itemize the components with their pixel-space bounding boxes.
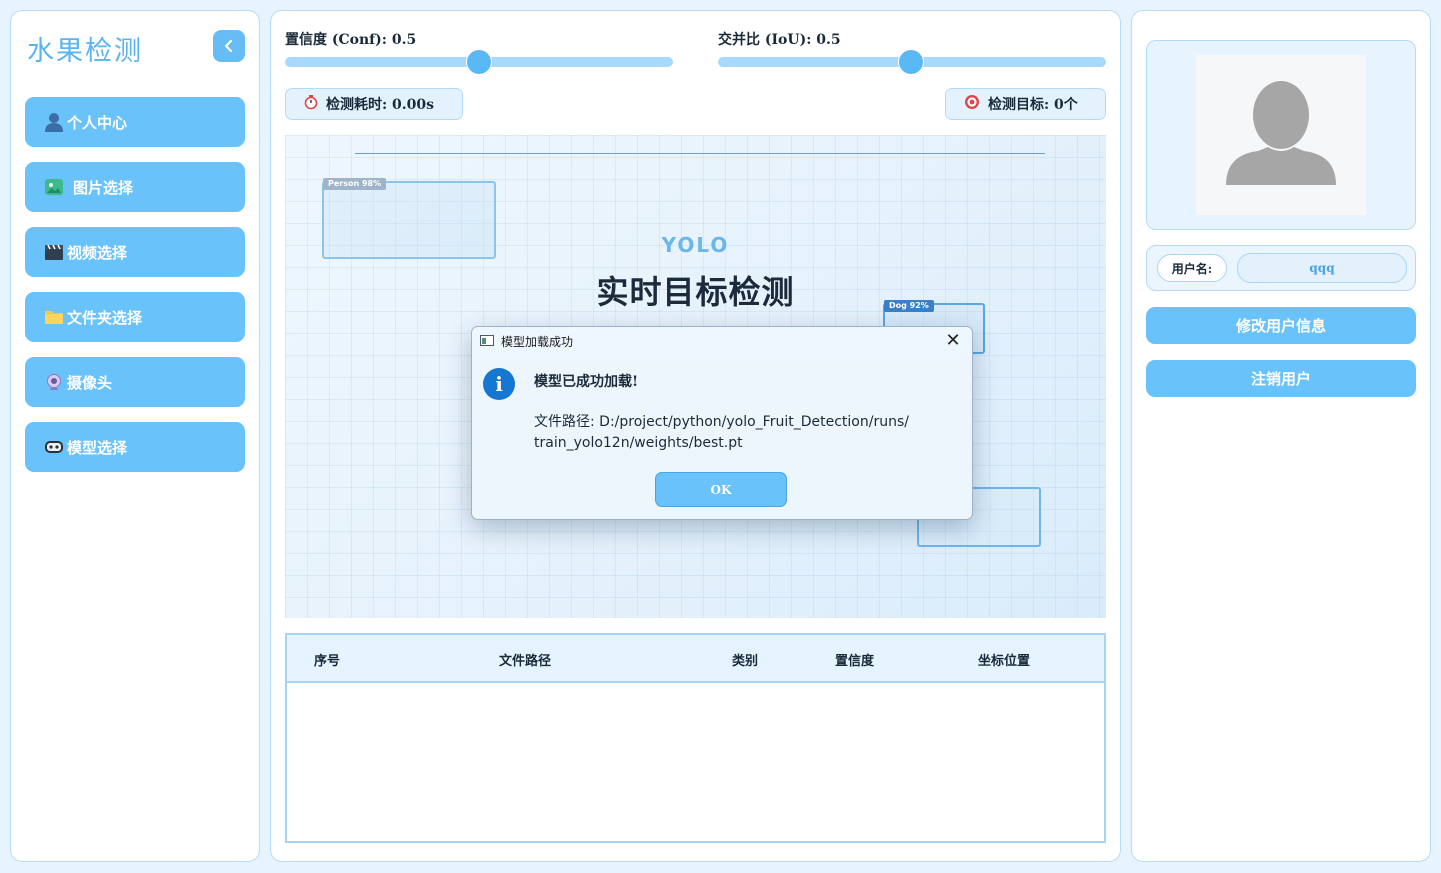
iou-slider-label: 交并比 (IoU): 0.5: [718, 32, 841, 48]
user-silhouette-icon: [1226, 81, 1336, 185]
nav-folder-select-button[interactable]: 文件夹选择: [25, 292, 245, 342]
nav-label: 个人中心: [67, 113, 128, 132]
conf-slider-label: 置信度 (Conf): 0.5: [285, 32, 417, 48]
info-icon: i: [483, 368, 515, 400]
model-loaded-dialog: 模型加载成功 ✕ i 模型已成功加载! 文件路径: D:/project/pyt…: [471, 326, 973, 520]
person-icon: [43, 111, 65, 133]
nav-label: 图片选择: [73, 178, 134, 197]
dialog-message: 模型已成功加载!: [534, 374, 639, 390]
target-icon: [964, 94, 980, 114]
username-field[interactable]: qqq: [1237, 253, 1407, 283]
user-panel: 用户名: qqq 修改用户信息 注销用户: [1131, 10, 1431, 862]
preview-title: 实时目标检测: [596, 273, 795, 311]
detection-count-badge: 检测目标: 0个: [945, 88, 1106, 120]
dialog-titlebar: 模型加载成功 ✕: [472, 327, 972, 357]
logout-button[interactable]: 注销用户: [1146, 360, 1416, 397]
nav-label: 摄像头: [67, 373, 113, 392]
dialog-file-path-line2: train_yolo12n/weights/best.pt: [534, 435, 743, 451]
image-icon: [43, 176, 65, 198]
nav-video-select-button[interactable]: 视频选择: [25, 227, 245, 277]
preview-divider: [355, 153, 1045, 154]
nav-model-select-button[interactable]: 模型选择: [25, 422, 245, 472]
collapse-sidebar-button[interactable]: [213, 30, 245, 62]
sidebar: 水果检测 个人中心 图片选择 视频选择 文件夹选择 摄像头 模型选择: [10, 10, 260, 862]
col-confidence-header: 置信度: [835, 654, 875, 669]
stopwatch-icon: [304, 94, 318, 114]
col-coordinates-header: 坐标位置: [978, 654, 1031, 669]
username-row: 用户名: qqq: [1146, 245, 1416, 291]
preview-subtitle: YOLO: [661, 233, 730, 257]
folder-icon: [43, 306, 65, 328]
dialog-file-path: 文件路径: D:/project/python/yolo_Fruit_Detec…: [534, 412, 909, 454]
clapperboard-icon: [43, 241, 65, 263]
dialog-title: 模型加载成功: [501, 335, 574, 349]
nav-image-select-button[interactable]: 图片选择: [25, 162, 245, 212]
col-index-header: 序号: [314, 654, 341, 669]
ok-button[interactable]: OK: [655, 472, 787, 507]
col-path-header: 文件路径: [499, 654, 552, 669]
app-title: 水果检测: [27, 36, 143, 67]
edit-user-button[interactable]: 修改用户信息: [1146, 307, 1416, 344]
avatar-card: [1146, 40, 1416, 230]
webcam-icon: [43, 371, 65, 393]
avatar: [1196, 55, 1366, 215]
nav-camera-button[interactable]: 摄像头: [25, 357, 245, 407]
detection-count-text: 检测目标: 0个: [988, 97, 1078, 113]
nav-label: 模型选择: [67, 438, 128, 457]
nav-personal-center-button[interactable]: 个人中心: [25, 97, 245, 147]
person-tag: Person 98%: [323, 178, 387, 190]
close-icon[interactable]: ✕: [942, 330, 964, 352]
conf-slider-handle[interactable]: [466, 49, 492, 75]
detection-time-text: 检测耗时: 0.00s: [326, 97, 435, 113]
window-icon: [480, 335, 494, 346]
nav-label: 文件夹选择: [67, 308, 143, 327]
robot-icon: [43, 436, 65, 458]
username-label: 用户名:: [1157, 254, 1227, 282]
nav-label: 视频选择: [67, 243, 128, 262]
iou-slider-handle[interactable]: [898, 49, 924, 75]
chevron-left-icon: [224, 39, 233, 53]
col-class-header: 类别: [732, 654, 759, 669]
results-table-header: 序号 文件路径 类别 置信度 坐标位置: [287, 635, 1104, 683]
detection-time-badge: 检测耗时: 0.00s: [285, 88, 463, 120]
dialog-file-path-line1: 文件路径: D:/project/python/yolo_Fruit_Detec…: [534, 414, 909, 430]
results-table: 序号 文件路径 类别 置信度 坐标位置: [285, 633, 1106, 843]
